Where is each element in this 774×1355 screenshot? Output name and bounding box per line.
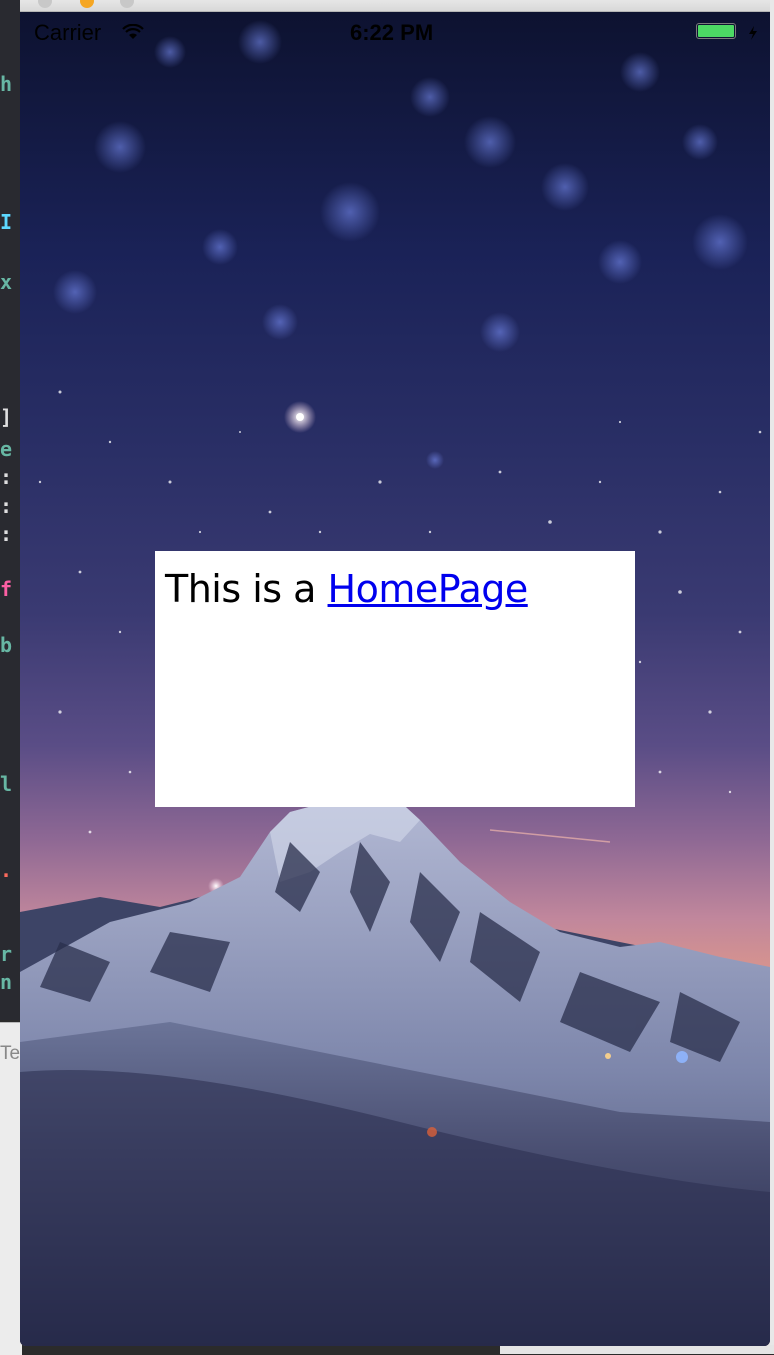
homepage-card: This is a HomePage [155, 551, 635, 807]
battery-icon [696, 23, 736, 39]
window-background [500, 1345, 774, 1354]
debug-area-fragment: Tex [0, 1022, 30, 1355]
simulator-title-bar[interactable] [20, 0, 770, 12]
simulator-window: Carrier 6:22 PM This is a HomePage [20, 0, 770, 1346]
battery-level-fill [698, 25, 734, 37]
minimize-window-button[interactable] [80, 0, 94, 8]
homepage-link[interactable]: HomePage [328, 567, 529, 611]
ios-status-bar: Carrier 6:22 PM [20, 12, 770, 52]
homepage-message: This is a HomePage [165, 567, 625, 611]
close-window-button[interactable] [38, 0, 52, 8]
code-editor-fragment: h I x ] e : : : f b l . r n [0, 0, 22, 1020]
wifi-icon [122, 24, 144, 39]
status-time: 6:22 PM [350, 20, 434, 45]
charging-bolt-icon [749, 26, 757, 40]
message-prefix: This is a [165, 567, 328, 611]
carrier-label: Carrier [34, 20, 102, 45]
zoom-window-button[interactable] [120, 0, 134, 8]
